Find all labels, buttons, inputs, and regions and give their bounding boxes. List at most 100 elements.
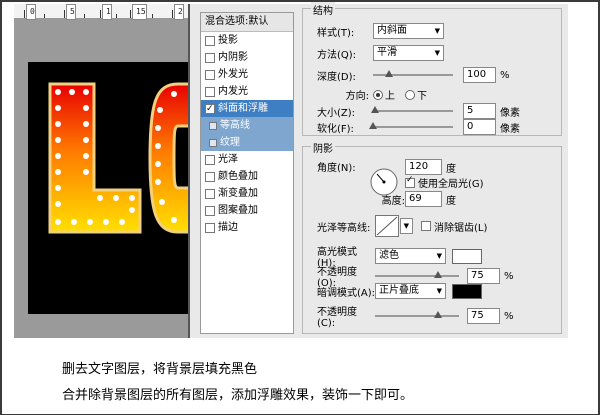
style-item-label: 图案叠加	[218, 205, 258, 216]
caption-line-1: 删去文字图层，将背景层填充黑色	[62, 362, 258, 377]
style-item-label: 纹理	[220, 137, 240, 148]
direction-up-radio[interactable]	[373, 89, 383, 100]
shadow-opacity-unit: %	[504, 310, 514, 322]
checkbox[interactable]	[205, 35, 215, 46]
depth-label: 深度(D):	[317, 71, 356, 83]
checkbox[interactable]	[205, 188, 215, 199]
canvas-area: 0 5 1 15 2	[14, 4, 190, 338]
ruler-mark: 2	[174, 4, 184, 20]
gloss-contour-dropdown[interactable]	[400, 218, 413, 234]
gloss-contour-preview[interactable]	[375, 215, 399, 237]
checkbox[interactable]	[205, 205, 215, 216]
slider-knob[interactable]	[385, 70, 393, 77]
depth-unit: %	[500, 69, 510, 81]
style-item-texture[interactable]: 纹理	[201, 134, 293, 151]
style-item-stroke[interactable]: 描边	[201, 219, 293, 236]
checkbox[interactable]	[209, 121, 217, 130]
ruler-mark: 1	[102, 4, 112, 20]
style-item-bevel-emboss[interactable]: 斜面和浮雕	[201, 100, 293, 118]
checkbox[interactable]	[209, 138, 217, 147]
global-light-label: 使用全局光(G)	[418, 179, 484, 190]
slider-knob[interactable]	[434, 311, 442, 318]
style-item-gradient-overlay[interactable]: 渐变叠加	[201, 185, 293, 202]
highlight-color-swatch[interactable]	[452, 248, 482, 264]
shading-group: 阴影 角度(N): 120 度 使用全局光(G) 高度: 69 度	[302, 140, 562, 334]
altitude-unit: 度	[446, 195, 456, 207]
highlight-opacity-input[interactable]: 75	[467, 268, 500, 284]
gloss-contour-label: 光泽等高线:	[317, 222, 371, 234]
soften-slider[interactable]	[369, 122, 453, 129]
blending-options-item[interactable]: 混合选项:默认	[201, 13, 293, 32]
horizontal-ruler: 0 5 1 15 2	[14, 4, 190, 20]
style-select[interactable]: 内斜面	[373, 23, 444, 39]
style-item-contour[interactable]: 等高线	[201, 117, 293, 134]
highlight-opacity-slider[interactable]	[375, 271, 459, 278]
ruler-mark: 15	[132, 4, 147, 20]
tutorial-caption: 删去文字图层，将背景层填充黑色 合并除背景图层的所有图层，添加浮雕效果，装饰一下…	[2, 348, 598, 414]
antialias-label: 消除锯齿(L)	[434, 222, 488, 234]
highlight-mode-select[interactable]: 滤色	[375, 248, 446, 264]
technique-label: 方法(Q):	[317, 49, 357, 61]
style-item-inner-glow[interactable]: 内发光	[201, 83, 293, 100]
direction-down-radio[interactable]	[405, 89, 415, 100]
slider-knob[interactable]	[369, 122, 377, 129]
depth-slider[interactable]	[373, 70, 453, 77]
direction-label: 方向:	[345, 91, 369, 102]
layer-style-dialog: 混合选项:默认 投影 内阴影 外发光 内发光 斜面和浮雕 等高线 纹理 光泽 颜…	[188, 2, 568, 338]
angle-input[interactable]: 120	[405, 159, 442, 175]
soften-input[interactable]: 0	[463, 119, 496, 135]
shadow-mode-label: 暗调模式(A):	[317, 287, 376, 299]
style-item-label: 颜色叠加	[218, 171, 258, 182]
slider-knob[interactable]	[371, 106, 379, 113]
style-item-satin[interactable]: 光泽	[201, 151, 293, 168]
style-item-pattern-overlay[interactable]: 图案叠加	[201, 202, 293, 219]
checkbox[interactable]	[205, 154, 215, 165]
highlight-opacity-unit: %	[504, 270, 514, 282]
shadow-mode-select[interactable]: 正片叠底	[375, 283, 446, 299]
style-item-label: 光泽	[218, 154, 238, 165]
altitude-input[interactable]: 69	[405, 191, 442, 207]
size-label: 大小(Z):	[317, 107, 356, 119]
style-item-label: 斜面和浮雕	[218, 103, 268, 114]
depth-input[interactable]: 100	[463, 67, 496, 83]
style-item-label: 内发光	[218, 86, 248, 97]
soften-label: 软化(F):	[317, 123, 354, 135]
style-item-drop-shadow[interactable]: 投影	[201, 32, 293, 49]
slider-knob[interactable]	[434, 271, 442, 278]
style-item-label: 渐变叠加	[218, 188, 258, 199]
global-light-checkbox[interactable]	[405, 175, 415, 188]
neon-letters-artwork	[48, 82, 190, 234]
shadow-opacity-slider[interactable]	[375, 311, 459, 318]
style-item-inner-shadow[interactable]: 内阴影	[201, 49, 293, 66]
soften-unit: 像素	[500, 123, 520, 135]
style-label: 样式(T):	[317, 27, 355, 39]
technique-select[interactable]: 平滑	[373, 45, 444, 61]
shading-title: 阴影	[311, 140, 335, 155]
style-item-label: 等高线	[220, 120, 250, 131]
shadow-color-swatch[interactable]	[452, 283, 482, 299]
size-slider[interactable]	[371, 106, 453, 113]
shadow-opacity-label: 不透明度(C):	[317, 307, 357, 329]
checkbox[interactable]	[205, 69, 215, 80]
checkbox-checked[interactable]	[205, 101, 215, 118]
shadow-opacity-input[interactable]: 75	[467, 308, 500, 324]
style-item-label: 内阴影	[218, 52, 248, 63]
structure-group: 结构 样式(T): 内斜面 方法(Q): 平滑 深度(D): 100 % 方向:…	[302, 2, 562, 136]
checkbox[interactable]	[205, 222, 215, 233]
ruler-mark: 5	[66, 4, 76, 20]
size-input[interactable]: 5	[463, 103, 496, 119]
ruler-mark: 0	[26, 4, 36, 20]
altitude-label: 高度:	[381, 195, 405, 207]
style-item-color-overlay[interactable]: 颜色叠加	[201, 168, 293, 185]
checkbox[interactable]	[205, 86, 215, 97]
structure-title: 结构	[311, 2, 335, 17]
style-item-label: 外发光	[218, 69, 248, 80]
styles-list: 混合选项:默认 投影 内阴影 外发光 内发光 斜面和浮雕 等高线 纹理 光泽 颜…	[200, 12, 294, 334]
direction-down-label: 下	[417, 91, 427, 102]
antialias-checkbox[interactable]	[421, 221, 431, 231]
style-item-outer-glow[interactable]: 外发光	[201, 66, 293, 83]
direction-up-label: 上	[385, 91, 395, 102]
checkbox[interactable]	[205, 171, 215, 182]
style-item-label: 描边	[218, 222, 238, 233]
checkbox[interactable]	[205, 52, 215, 63]
